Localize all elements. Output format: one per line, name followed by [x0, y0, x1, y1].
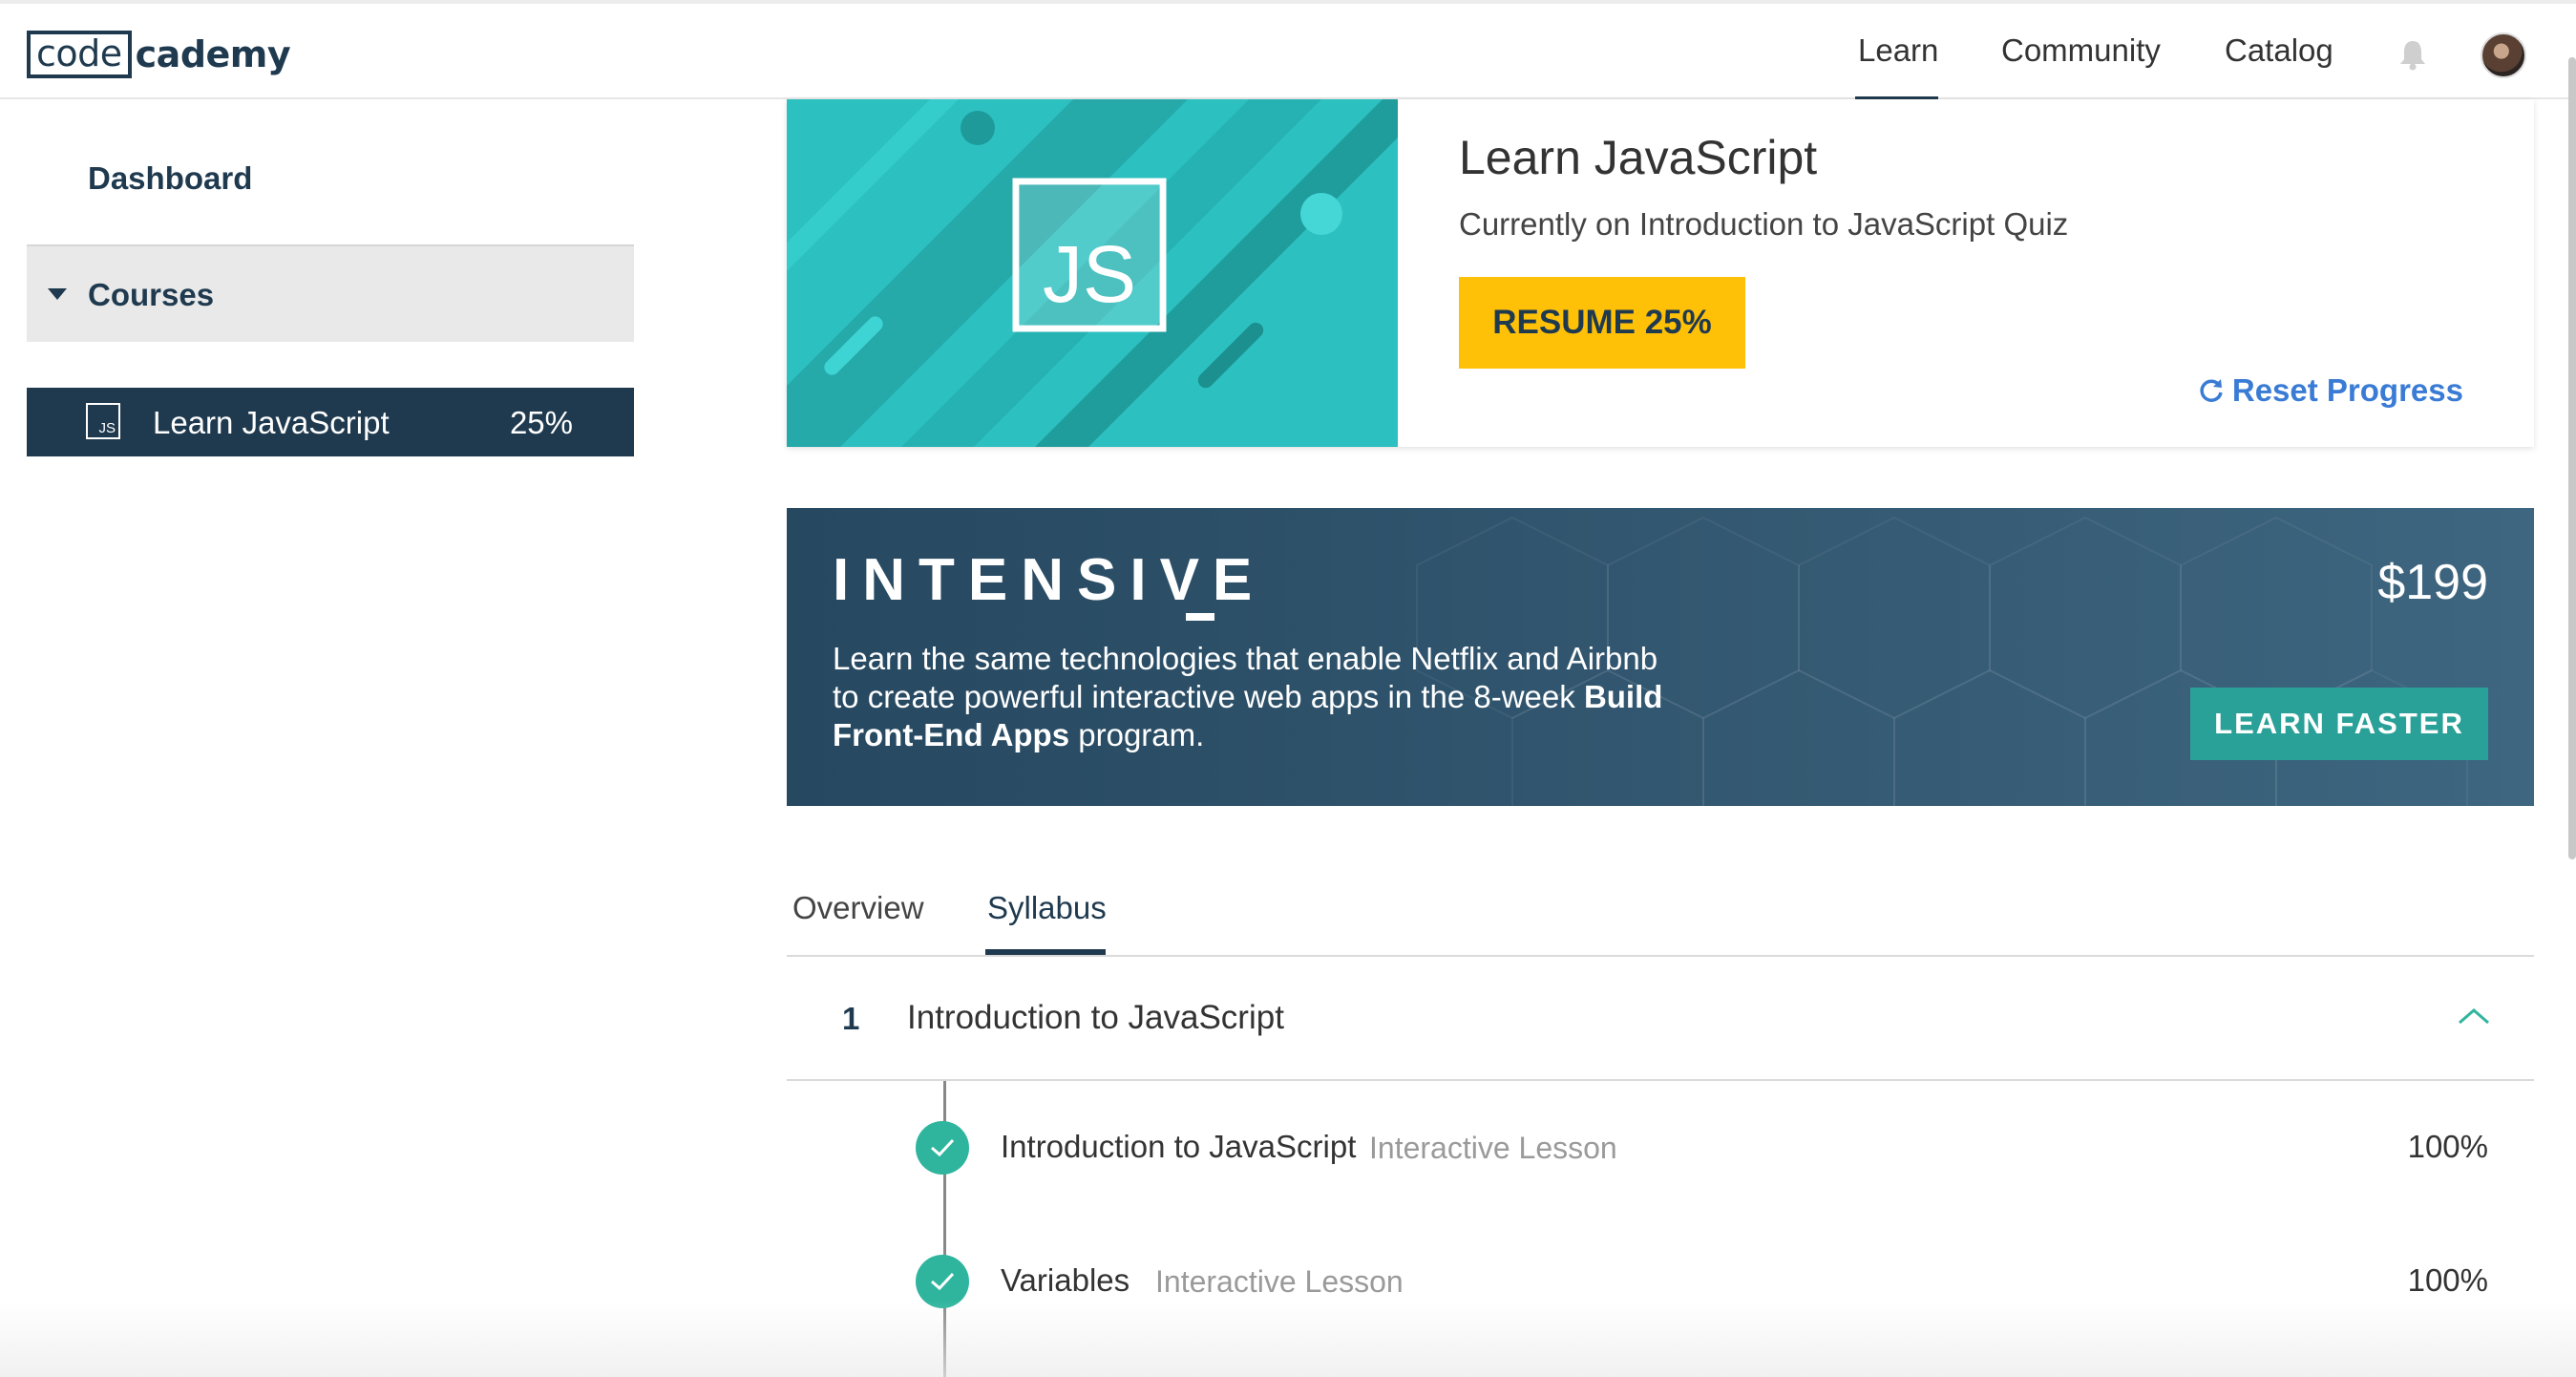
codecademy-logo[interactable]: code cademy [27, 31, 291, 78]
refresh-icon [2200, 379, 2223, 402]
sidebar-course-label: Learn JavaScript [153, 405, 390, 440]
intensive-promo-banner: INTENSIVE Learn the same technologies th… [787, 508, 2534, 806]
sidebar-courses-toggle[interactable]: Courses [27, 244, 634, 342]
sidebar-courses-label: Courses [88, 277, 215, 312]
nav-community-link[interactable]: Community [2001, 32, 2161, 69]
lesson-progress: 100% [2407, 1262, 2488, 1298]
lesson-type: Interactive Lesson [1369, 1131, 1617, 1165]
intensive-description: Learn the same technologies that enable … [833, 640, 1673, 754]
javascript-course-icon: JS [86, 403, 120, 439]
chevron-up-icon[interactable] [2458, 1006, 2490, 1026]
top-navigation-bar: code cademy Learn Community Catalog [0, 0, 2576, 102]
resume-button[interactable]: RESUME 25% [1459, 277, 1745, 369]
nav-catalog-link[interactable]: Catalog [2225, 32, 2333, 69]
lesson-row[interactable]: Introduction to JavaScript Interactive L… [787, 1110, 2534, 1186]
learn-faster-button[interactable]: LEARN FASTER [2190, 688, 2488, 760]
sidebar-course-learn-javascript[interactable]: JS Learn JavaScript 25% [27, 388, 634, 456]
sidebar-dashboard-link[interactable]: Dashboard [88, 160, 252, 197]
intensive-title: INTENSIVE [833, 547, 1266, 613]
sidebar-course-progress: 25% [509, 405, 573, 440]
intensive-price: $199 [2377, 555, 2488, 610]
bottom-fade-overlay [0, 1301, 2576, 1377]
intensive-description-text: Learn the same technologies that enable … [833, 641, 1658, 714]
intensive-description-end: program. [1069, 717, 1205, 752]
course-icon-text: JS [98, 420, 116, 436]
intensive-title-underline [1186, 613, 1214, 621]
hero-js-badge: JS [1043, 229, 1136, 319]
chapter-number: 1 [842, 1001, 860, 1036]
course-hero-image: JS [787, 99, 1398, 447]
tab-syllabus[interactable]: Syllabus [987, 890, 1107, 926]
syllabus-chapter-header[interactable]: 1 Introduction to JavaScript [787, 957, 2534, 1081]
lesson-title[interactable]: Introduction to JavaScript [1001, 1129, 1356, 1165]
page-scrollbar[interactable] [2568, 57, 2576, 859]
notification-bell-icon[interactable] [2398, 38, 2427, 71]
lesson-type: Interactive Lesson [1155, 1264, 1404, 1299]
logo-rest-text: cademy [135, 33, 291, 75]
course-title: Learn JavaScript [1459, 131, 1818, 184]
logo-boxed-text: code [27, 31, 132, 78]
check-complete-icon [916, 1121, 969, 1175]
course-tabs: Overview Syllabus [787, 859, 2534, 957]
course-current-lesson: Currently on Introduction to JavaScript … [1459, 206, 2069, 242]
nav-learn-link[interactable]: Learn [1858, 32, 1938, 69]
reset-progress-link[interactable]: Reset Progress [2198, 372, 2463, 409]
tab-active-indicator [985, 949, 1106, 955]
caret-down-icon [48, 288, 67, 300]
course-card: JS Learn JavaScript Currently on Introdu… [787, 99, 2534, 447]
user-avatar[interactable] [2481, 32, 2526, 78]
lesson-progress: 100% [2407, 1129, 2488, 1164]
reset-progress-label: Reset Progress [2231, 372, 2463, 408]
lesson-title[interactable]: Variables [1001, 1262, 1130, 1299]
chapter-title: Introduction to JavaScript [907, 999, 1284, 1036]
tab-overview[interactable]: Overview [792, 890, 924, 926]
